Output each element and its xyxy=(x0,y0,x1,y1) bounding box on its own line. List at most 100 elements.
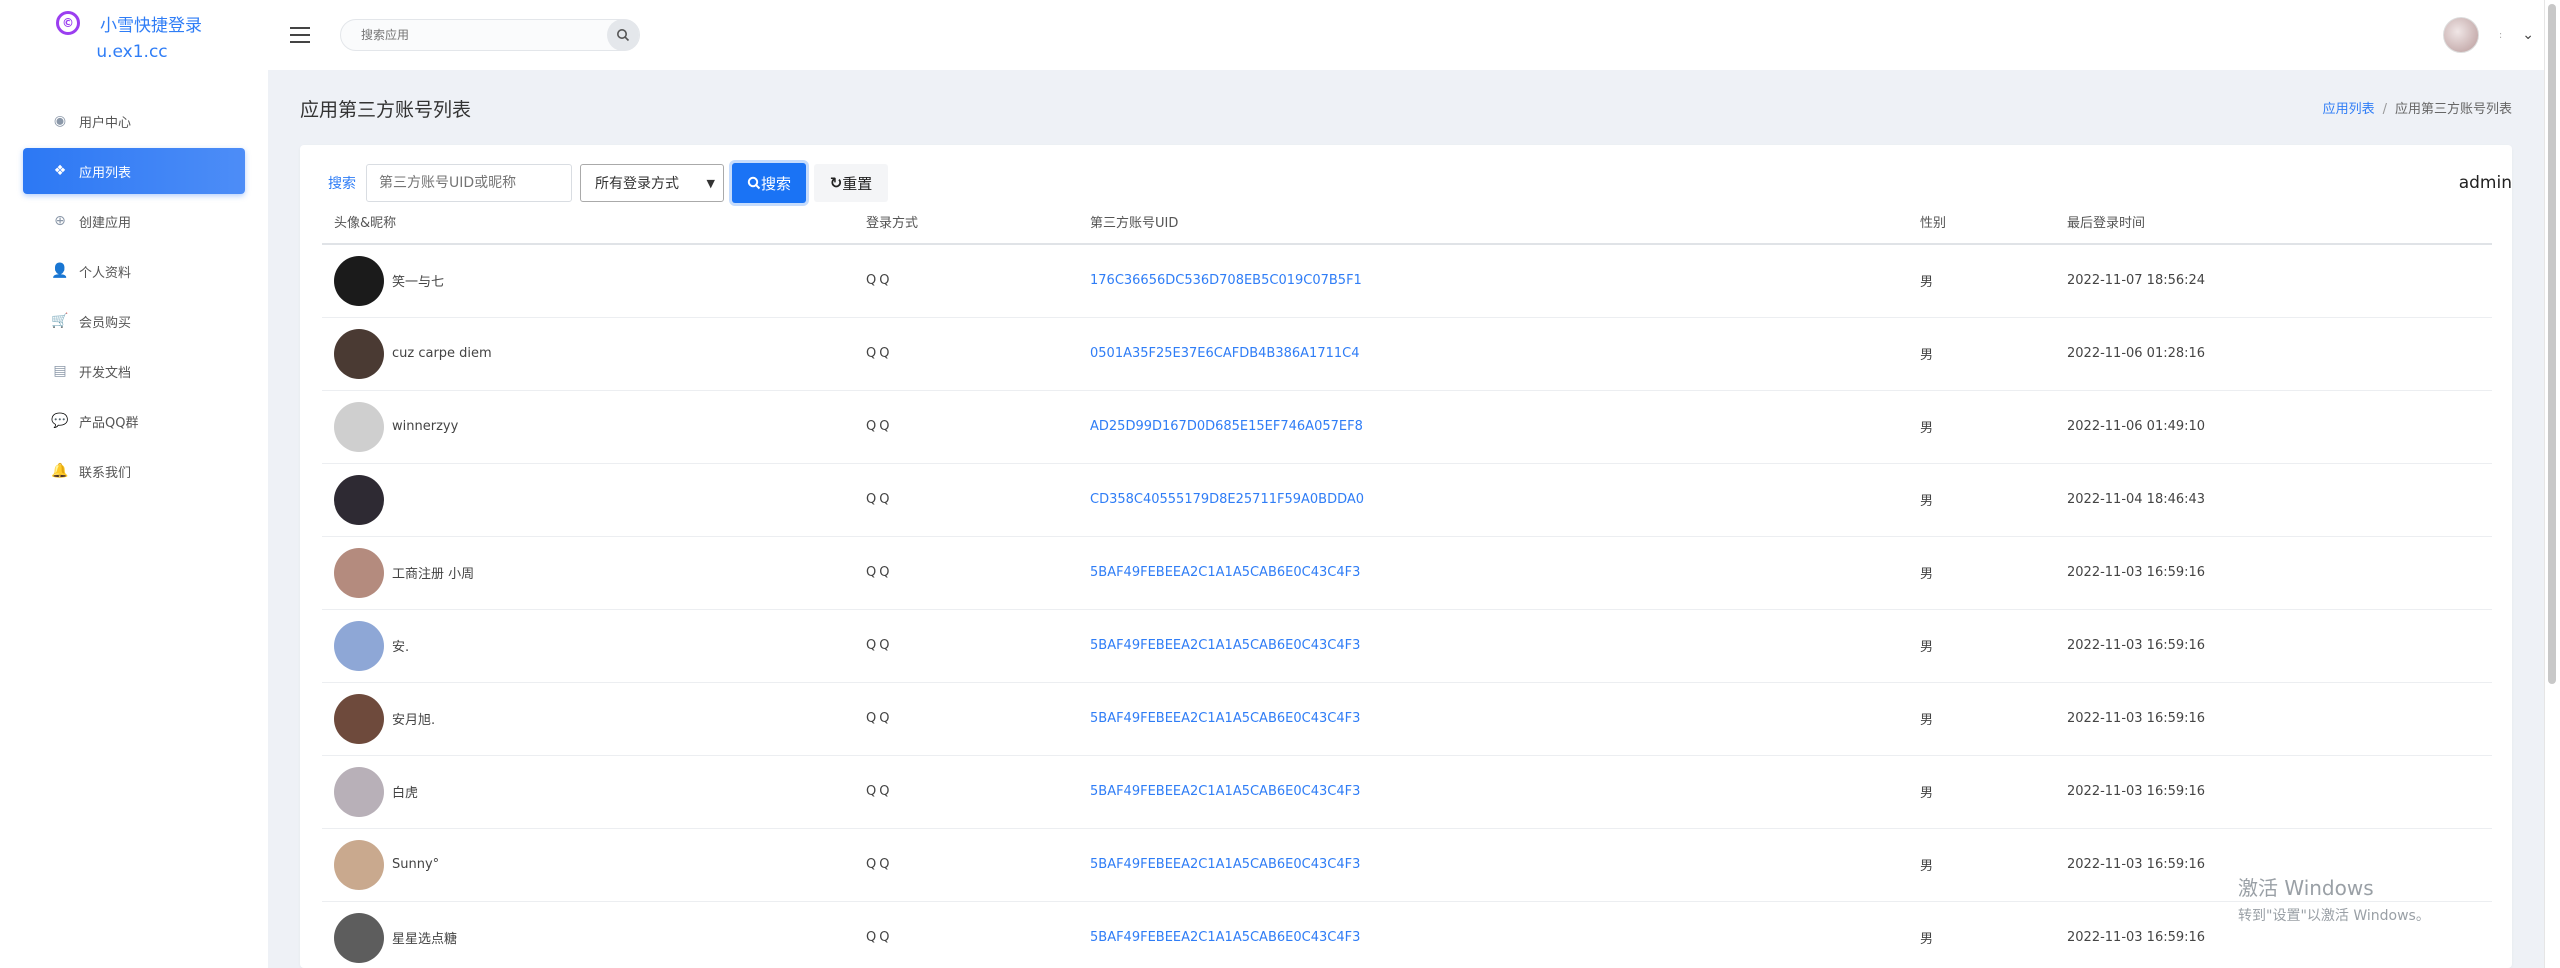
cell-login-method: QQ xyxy=(854,317,1078,391)
reset-button-label: 重置 xyxy=(842,174,873,193)
sidebar-item-label: 联系我们 xyxy=(79,465,132,481)
filter-bar: 搜索 所有登录方式 ▼ 搜索 ↻ 重置 xyxy=(328,163,888,203)
user-cell: cuz carpe diem xyxy=(334,328,854,379)
cell-uid[interactable]: 5BAF49FEBEEA2C1A1A5CAB6E0C43C4F3 xyxy=(1078,536,1908,610)
sidebar-item[interactable]: 🔔 联系我们 xyxy=(23,448,245,494)
cell-uid[interactable]: 0501A35F25E37E6CAFDB4B386A1711C4 xyxy=(1078,317,1908,391)
cell-login-method: QQ xyxy=(854,609,1078,683)
brand-domain: u.ex1.cc xyxy=(96,41,168,62)
cell-uid[interactable]: CD358C40555179D8E25711F59A0BDDA0 xyxy=(1078,463,1908,537)
sidebar-item-label: 应用列表 xyxy=(79,165,132,181)
table-row[interactable]: 白虎 QQ 5BAF49FEBEEA2C1A1A5CAB6E0C43C4F3 男 202… xyxy=(322,755,2492,829)
brand[interactable]: © 小雪快捷登录 u.ex1.cc xyxy=(0,0,268,72)
sidebar-item-label: 产品QQ群 xyxy=(79,415,139,431)
user-menu[interactable]: : ⌄ xyxy=(2442,17,2534,53)
cell-uid[interactable]: 5BAF49FEBEEA2C1A1A5CAB6E0C43C4F3 xyxy=(1078,755,1908,829)
user-avatar[interactable] xyxy=(2442,17,2479,53)
avatar xyxy=(334,766,384,817)
table-row[interactable]: 安. QQ 5BAF49FEBEEA2C1A1A5CAB6E0C43C4F3 男 202… xyxy=(322,609,2492,683)
breadcrumb-link-app-list[interactable]: 应用列表 xyxy=(2323,102,2375,117)
avatar xyxy=(334,328,384,379)
app-search-input[interactable] xyxy=(341,28,607,42)
cell-last-login: 2022-11-06 01:28:16 xyxy=(2055,317,2492,391)
search-button[interactable]: 搜索 xyxy=(732,163,806,203)
cell-user xyxy=(322,463,854,537)
sidebar-item[interactable]: 🛒 会员购买 xyxy=(23,298,245,344)
user-cell: 笑一与七 xyxy=(334,255,854,306)
avatar xyxy=(334,693,384,744)
cell-gender: 男 xyxy=(1908,244,2055,318)
scrollbar-thumb[interactable] xyxy=(2548,4,2556,684)
cell-login-method: QQ xyxy=(854,828,1078,902)
sidebar-item-label: 个人资料 xyxy=(79,265,132,281)
sidebar-item[interactable]: ❖ 应用列表 xyxy=(23,148,245,194)
avatar xyxy=(334,839,384,890)
sidebar-item[interactable]: 💬 产品QQ群 xyxy=(23,398,245,444)
user-menu-dot: : xyxy=(2498,29,2503,41)
user-settings-icon: 👤 xyxy=(51,263,69,279)
cell-uid[interactable]: 5BAF49FEBEEA2C1A1A5CAB6E0C43C4F3 xyxy=(1078,609,1908,683)
cell-uid[interactable]: AD25D99D167D0D685E15EF746A057EF8 xyxy=(1078,390,1908,464)
table-row[interactable]: 工商注册 小周 QQ 5BAF49FEBEEA2C1A1A5CAB6E0C43C4F… xyxy=(322,536,2492,610)
table-row[interactable]: 安月旭. QQ 5BAF49FEBEEA2C1A1A5CAB6E0C43C4F3 男 2… xyxy=(322,682,2492,756)
cell-user: 工商注册 小周 xyxy=(322,536,854,610)
avatar xyxy=(334,255,384,306)
header-uid: 第三方账号UID xyxy=(1078,200,1908,245)
search-icon[interactable] xyxy=(607,19,639,51)
table-row[interactable]: cuz carpe diem QQ 0501A35F25E37E6CAFDB4B38… xyxy=(322,317,2492,391)
table-row[interactable]: Sunny° QQ 5BAF49FEBEEA2C1A1A5CAB6E0C43C4F3… xyxy=(322,828,2492,902)
nickname: Sunny° xyxy=(392,857,440,872)
user-cell: 安月旭. xyxy=(334,693,854,744)
cell-user: 白虎 xyxy=(322,755,854,829)
cell-uid[interactable]: 5BAF49FEBEEA2C1A1A5CAB6E0C43C4F3 xyxy=(1078,682,1908,756)
nickname: 安月旭. xyxy=(392,713,436,728)
avatar xyxy=(334,474,384,525)
app-search xyxy=(340,19,640,51)
header-login-method: 登录方式 xyxy=(854,200,1078,245)
sidebar-item[interactable]: ◉ 用户中心 xyxy=(23,98,245,144)
cell-last-login: 2022-11-03 16:59:16 xyxy=(2055,609,2492,683)
cell-uid[interactable]: 5BAF49FEBEEA2C1A1A5CAB6E0C43C4F3 xyxy=(1078,828,1908,902)
nickname: 白虎 xyxy=(392,786,419,801)
table-row[interactable]: QQ CD358C40555179D8E25711F59A0BDDA0 男 2022-… xyxy=(322,463,2492,537)
breadcrumb-current: 应用第三方账号列表 xyxy=(2394,102,2512,117)
cell-gender: 男 xyxy=(1908,609,2055,683)
table-row[interactable]: 笑一与七 QQ 176C36656DC536D708EB5C019C07B5F1 男 2… xyxy=(322,244,2492,318)
breadcrumb: 应用列表 / 应用第三方账号列表 xyxy=(2323,98,2512,117)
watermark-line1: 激活 Windows xyxy=(2238,876,2374,900)
sidebar-item[interactable]: 👤 个人资料 xyxy=(23,248,245,294)
cell-uid[interactable]: 176C36656DC536D708EB5C019C07B5F1 xyxy=(1078,244,1908,318)
nickname: winnerzyy xyxy=(392,419,459,434)
chevron-down-icon[interactable]: ⌄ xyxy=(2522,27,2534,43)
cell-gender: 男 xyxy=(1908,828,2055,902)
user-cell: Sunny° xyxy=(334,839,854,890)
accounts-card: 搜索 所有登录方式 ▼ 搜索 ↻ 重置 admin 头像&昵称 登录方式 第三方… xyxy=(300,145,2512,968)
plus-circle-icon: ⊕ xyxy=(54,213,66,229)
header-gender: 性别 xyxy=(1908,200,2055,245)
breadcrumb-separator: / xyxy=(2382,102,2387,117)
avatar xyxy=(334,547,384,598)
search-label: 搜索 xyxy=(328,176,356,192)
page-scrollbar[interactable] xyxy=(2544,0,2560,968)
menu-toggle-icon[interactable] xyxy=(290,27,310,43)
login-method-select[interactable]: 所有登录方式 ▼ xyxy=(580,164,724,202)
header-last-login: 最后登录时间 xyxy=(2055,200,2492,245)
cell-user: Sunny° xyxy=(322,828,854,902)
search-icon xyxy=(747,176,761,190)
table-row[interactable]: winnerzyy QQ AD25D99D167D0D685E15EF746A057… xyxy=(322,390,2492,464)
cell-uid[interactable]: 5BAF49FEBEEA2C1A1A5CAB6E0C43C4F3 xyxy=(1078,901,1908,968)
sidebar-item[interactable]: ▤ 开发文档 xyxy=(23,348,245,394)
brand-logo-icon: © xyxy=(56,11,80,35)
brand-name: 小雪快捷登录 xyxy=(100,15,202,36)
user-circle-icon: ◉ xyxy=(53,113,67,129)
bell-icon: 🔔 xyxy=(51,463,69,479)
watermark-line2: 转到"设置"以激活 Windows。 xyxy=(2238,908,2430,924)
sidebar-item[interactable]: ⊕ 创建应用 xyxy=(23,198,245,244)
avatar xyxy=(334,620,384,671)
cell-login-method: QQ xyxy=(854,682,1078,756)
account-search-input[interactable] xyxy=(366,164,572,202)
reset-button[interactable]: ↻ 重置 xyxy=(814,164,888,202)
cell-login-method: QQ xyxy=(854,755,1078,829)
refresh-icon: ↻ xyxy=(829,174,843,192)
table-row[interactable]: 星星选点糖 QQ 5BAF49FEBEEA2C1A1A5CAB6E0C43C4F3 男… xyxy=(322,901,2492,968)
